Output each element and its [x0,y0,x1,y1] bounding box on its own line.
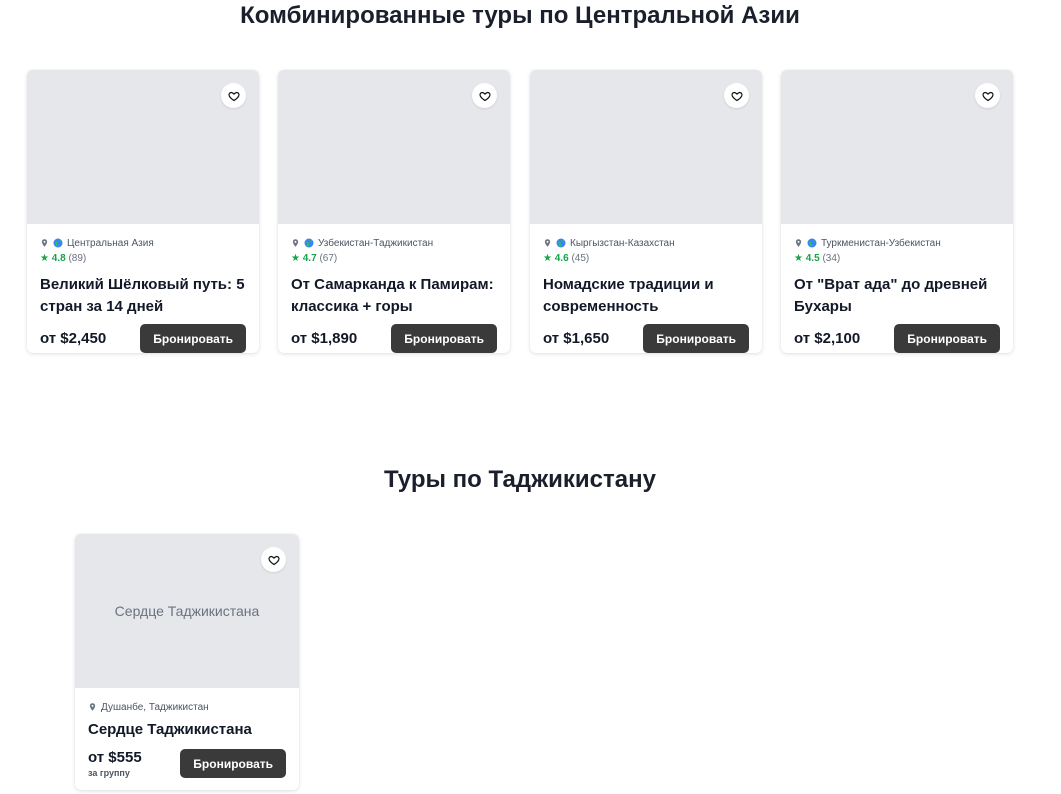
rating-score: 4.8 [51,253,66,264]
rating-score: 4.7 [302,253,317,264]
section-title-tajikistan: Туры по Таджикистану [384,466,656,493]
heart-icon [267,555,280,565]
tour-card[interactable]: Кыргызстан-Казахстан ★ 4.6 (45) Номадски… [530,70,762,353]
map-pin-icon [88,702,97,712]
heart-icon [730,91,743,101]
price-note: за группу [88,768,130,778]
favorite-button[interactable] [261,547,286,572]
book-button[interactable]: Бронировать [180,749,286,778]
tour-title[interactable]: Великий Шёлковый путь: 5 стран за 14 дне… [40,274,246,318]
tour-price: от $1,890 [291,330,358,347]
tour-image [278,70,510,224]
heart-icon [981,91,994,101]
map-pin-icon [794,238,803,248]
favorite-button[interactable] [975,83,1000,108]
tour-location: Кыргызстан-Казахстан [570,237,675,249]
rating: ★ 4.8 (89) [40,253,246,265]
book-button[interactable]: Бронировать [391,324,497,353]
tour-card[interactable]: Туркменистан-Узбекистан ★ 4.5 (34) От "В… [781,70,1013,353]
rating: ★ 4.5 (34) [794,253,1000,265]
heart-icon [227,91,240,101]
image-caption: Сердце Таджикистана [114,603,260,619]
rating: ★ 4.7 (67) [291,253,497,265]
tour-title[interactable]: От "Врат ада" до древней Бухары [794,274,1000,318]
globe-icon [304,238,314,248]
section-title-combined: Комбинированные туры по Центральной Азии [240,2,800,29]
favorite-button[interactable] [221,83,246,108]
tour-location: Центральная Азия [67,237,154,249]
tour-title[interactable]: Номадские традиции и современность [543,274,749,318]
tour-price: от $1,650 [543,330,610,347]
rating-score: 4.6 [554,253,569,264]
favorite-button[interactable] [724,83,749,108]
star-icon: ★ [40,253,49,264]
tour-price: от $2,450 [40,330,107,347]
tour-image [27,70,259,224]
heart-icon [478,91,491,101]
review-count: (45) [571,253,590,264]
book-button[interactable]: Бронировать [894,324,1000,353]
tour-image: Сердце Таджикистана [75,534,299,688]
tour-card[interactable]: Сердце Таджикистана Душанбе, Таджикистан… [75,534,299,790]
star-icon: ★ [543,253,552,264]
tour-image [530,70,762,224]
tour-title[interactable]: От Самарканда к Памирам: классика + горы [291,274,497,318]
map-pin-icon [40,238,49,248]
map-pin-icon [543,238,552,248]
tour-location: Узбекистан-Таджикистан [318,237,434,249]
rating-score: 4.5 [805,253,820,264]
globe-icon [53,238,63,248]
globe-icon [556,238,566,248]
map-pin-icon [291,238,300,248]
book-button[interactable]: Бронировать [140,324,246,353]
tour-location: Туркменистан-Узбекистан [821,237,941,249]
tour-price: от $555 [88,749,142,766]
star-icon: ★ [291,253,300,264]
tour-image [781,70,1013,224]
tour-title[interactable]: Сердце Таджикистана [88,719,286,741]
tour-card[interactable]: Центральная Азия ★ 4.8 (89) Великий Шёлк… [27,70,259,353]
rating: ★ 4.6 (45) [543,253,749,265]
globe-icon [807,238,817,248]
star-icon: ★ [794,253,803,264]
review-count: (67) [319,253,338,264]
tour-location: Душанбе, Таджикистан [101,701,209,713]
tour-price: от $2,100 [794,330,861,347]
review-count: (34) [822,253,841,264]
favorite-button[interactable] [472,83,497,108]
book-button[interactable]: Бронировать [643,324,749,353]
tour-card[interactable]: Узбекистан-Таджикистан ★ 4.7 (67) От Сам… [278,70,510,353]
review-count: (89) [68,253,87,264]
